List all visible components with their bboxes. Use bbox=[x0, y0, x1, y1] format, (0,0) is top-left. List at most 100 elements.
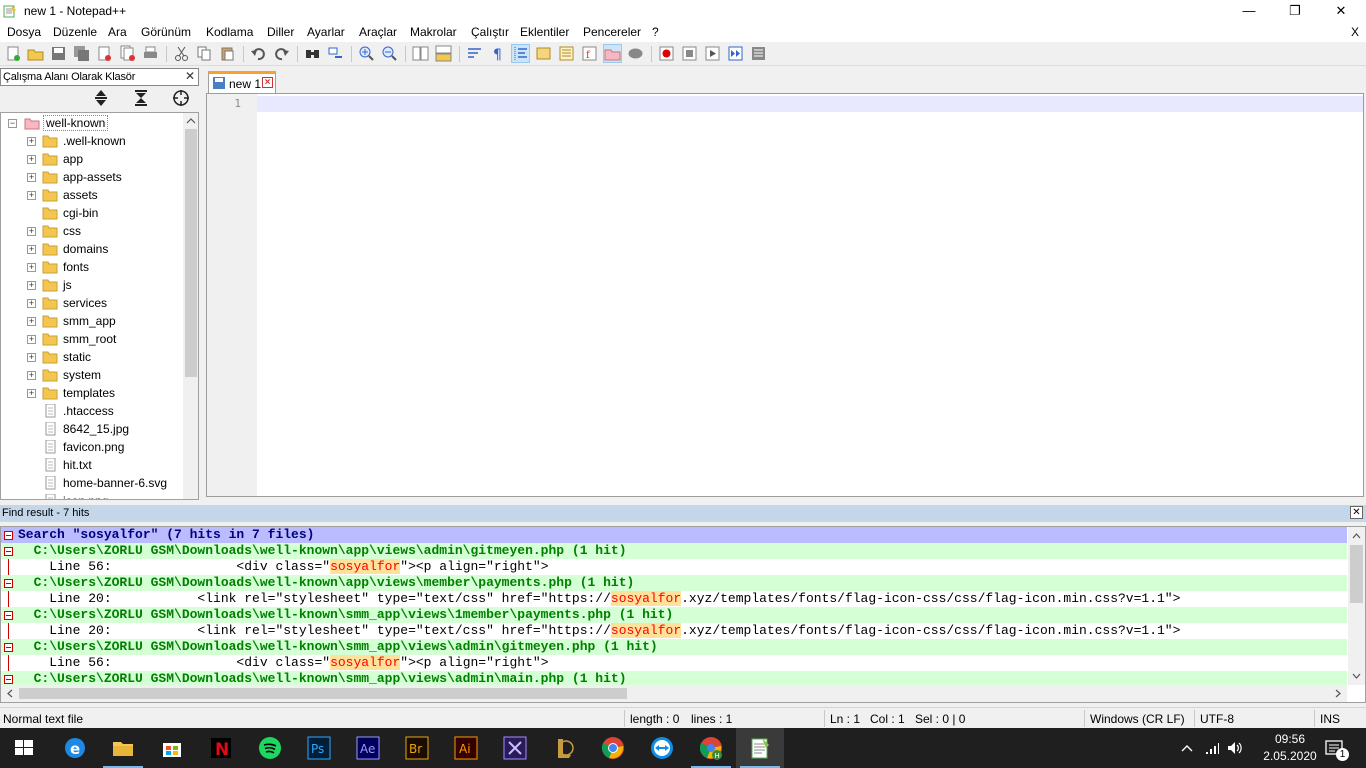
tree-folder[interactable]: + services bbox=[1, 294, 184, 312]
redo-icon[interactable] bbox=[273, 45, 290, 62]
search-hit-line[interactable]: Line 56: <div class="sosyalfor"><p align… bbox=[1, 559, 1347, 575]
taskbar-media-app[interactable] bbox=[491, 728, 539, 768]
tree-root[interactable]: − well-known bbox=[1, 114, 184, 132]
tree-folder[interactable]: + templates bbox=[1, 384, 184, 402]
sync-vertical-icon[interactable] bbox=[412, 45, 429, 62]
tree-file[interactable]: .htaccess bbox=[1, 402, 184, 420]
search-hit-line[interactable]: Line 20: <link rel="stylesheet" type="te… bbox=[1, 591, 1347, 607]
close-file-icon[interactable] bbox=[96, 45, 113, 62]
fold-marker-icon[interactable] bbox=[4, 547, 13, 556]
expand-icon[interactable]: + bbox=[27, 317, 36, 326]
search-file-line[interactable]: C:\Users\ZORLU GSM\Downloads\well-known\… bbox=[1, 607, 1347, 623]
tree-folder[interactable]: + static bbox=[1, 348, 184, 366]
expand-icon[interactable]: + bbox=[27, 227, 36, 236]
taskbar-store[interactable] bbox=[148, 728, 196, 768]
expand-icon[interactable]: + bbox=[27, 191, 36, 200]
tree-file[interactable]: hit.txt bbox=[1, 456, 184, 474]
text-editor[interactable]: 1 bbox=[206, 93, 1364, 497]
expand-icon[interactable]: + bbox=[27, 155, 36, 164]
taskbar-file-explorer[interactable] bbox=[99, 728, 147, 768]
search-file-line[interactable]: C:\Users\ZORLU GSM\Downloads\well-known\… bbox=[1, 543, 1347, 559]
zoom-out-icon[interactable] bbox=[381, 45, 398, 62]
folder-workspace-icon[interactable] bbox=[603, 44, 622, 63]
tree-folder[interactable]: + app-assets bbox=[1, 168, 184, 186]
expand-icon[interactable]: + bbox=[27, 281, 36, 290]
tree-file[interactable]: favicon.png bbox=[1, 438, 184, 456]
workspace-tree[interactable]: − well-known + .well-known + app + app-assets + a… bbox=[0, 112, 199, 500]
search-file-line[interactable]: C:\Users\ZORLU GSM\Downloads\well-known\… bbox=[1, 639, 1347, 655]
menu-pencereler[interactable]: Pencereler bbox=[583, 25, 641, 39]
expand-icon[interactable]: + bbox=[27, 263, 36, 272]
menu-araclar[interactable]: Araçlar bbox=[359, 25, 397, 39]
taskbar-chrome-profile[interactable]: H bbox=[687, 728, 735, 768]
fold-marker-icon[interactable] bbox=[4, 643, 13, 652]
word-wrap-icon[interactable] bbox=[466, 45, 483, 62]
expand-icon[interactable]: + bbox=[27, 353, 36, 362]
show-all-chars-icon[interactable]: ¶ bbox=[489, 45, 506, 62]
replace-icon[interactable] bbox=[327, 45, 344, 62]
tree-folder[interactable]: + domains bbox=[1, 240, 184, 258]
taskbar-bridge[interactable]: Br bbox=[393, 728, 441, 768]
tab-close-icon[interactable]: × bbox=[262, 77, 273, 88]
tree-folder[interactable]: + css bbox=[1, 222, 184, 240]
volume-icon[interactable] bbox=[1226, 740, 1244, 756]
new-file-icon[interactable] bbox=[5, 45, 22, 62]
clock-date[interactable]: 2.05.2020 bbox=[1260, 749, 1320, 763]
find-vertical-scrollbar[interactable] bbox=[1348, 527, 1365, 685]
network-icon[interactable] bbox=[1204, 740, 1220, 756]
expand-icon[interactable]: + bbox=[27, 245, 36, 254]
menu-makrolar[interactable]: Makrolar bbox=[410, 25, 457, 39]
function-list-icon[interactable]: f bbox=[581, 45, 598, 62]
expand-icon[interactable]: + bbox=[27, 173, 36, 182]
menu-duzenle[interactable]: Düzenle bbox=[53, 25, 97, 39]
taskbar-league[interactable] bbox=[540, 728, 588, 768]
menu-eklentiler[interactable]: Eklentiler bbox=[520, 25, 569, 39]
start-button[interactable] bbox=[0, 728, 48, 768]
cut-icon[interactable] bbox=[173, 45, 190, 62]
fold-marker-icon[interactable] bbox=[4, 531, 13, 540]
workspace-close-icon[interactable]: ✕ bbox=[185, 69, 195, 83]
collapse-icon[interactable]: − bbox=[8, 119, 17, 128]
open-file-icon[interactable] bbox=[27, 45, 44, 62]
undo-icon[interactable] bbox=[250, 45, 267, 62]
menu-ayarlar[interactable]: Ayarlar bbox=[307, 25, 345, 39]
close-all-icon[interactable] bbox=[119, 45, 136, 62]
save-all-icon[interactable] bbox=[73, 45, 90, 62]
menu-dosya[interactable]: Dosya bbox=[7, 25, 41, 39]
expand-icon[interactable]: + bbox=[27, 371, 36, 380]
minimize-button[interactable]: — bbox=[1226, 0, 1272, 22]
menu-diller[interactable]: Diller bbox=[267, 25, 294, 39]
user-defined-lang-icon[interactable] bbox=[535, 45, 552, 62]
tree-vertical-scrollbar[interactable] bbox=[183, 113, 198, 499]
find-result-panel[interactable]: Search "sosyalfor" (7 hits in 7 files) C… bbox=[0, 526, 1366, 703]
tree-file[interactable]: icon.png bbox=[1, 492, 184, 499]
copy-icon[interactable] bbox=[196, 45, 213, 62]
tree-folder[interactable]: + app bbox=[1, 150, 184, 168]
taskbar-teamviewer[interactable] bbox=[638, 728, 686, 768]
menu-kodlama[interactable]: Kodlama bbox=[206, 25, 253, 39]
expand-icon[interactable]: + bbox=[27, 389, 36, 398]
search-hit-line[interactable]: Line 56: <div class="sosyalfor"><p align… bbox=[1, 655, 1347, 671]
menu-calistir[interactable]: Çalıştır bbox=[471, 25, 509, 39]
taskbar-notepad-plus-plus[interactable] bbox=[736, 728, 784, 768]
run-macro-multiple-icon[interactable] bbox=[727, 45, 744, 62]
print-icon[interactable] bbox=[142, 45, 159, 62]
expand-icon[interactable]: + bbox=[27, 335, 36, 344]
taskbar-spotify[interactable] bbox=[246, 728, 294, 768]
zoom-in-icon[interactable] bbox=[358, 45, 375, 62]
save-macro-icon[interactable] bbox=[750, 45, 767, 62]
sync-horizontal-icon[interactable] bbox=[435, 45, 452, 62]
fold-marker-icon[interactable] bbox=[4, 611, 13, 620]
tree-folder[interactable]: cgi-bin bbox=[1, 204, 184, 222]
menu-ara[interactable]: Ara bbox=[108, 25, 127, 39]
save-icon[interactable] bbox=[50, 45, 67, 62]
doc-map-icon[interactable] bbox=[558, 45, 575, 62]
tree-folder[interactable]: + fonts bbox=[1, 258, 184, 276]
find-horizontal-scrollbar[interactable] bbox=[1, 685, 1347, 702]
taskbar-after-effects[interactable]: Ae bbox=[344, 728, 392, 768]
close-button[interactable]: ✕ bbox=[1318, 0, 1364, 22]
fold-marker-icon[interactable] bbox=[4, 579, 13, 588]
record-macro-icon[interactable] bbox=[658, 45, 675, 62]
tree-folder[interactable]: + system bbox=[1, 366, 184, 384]
menu-help[interactable]: ? bbox=[652, 25, 659, 39]
